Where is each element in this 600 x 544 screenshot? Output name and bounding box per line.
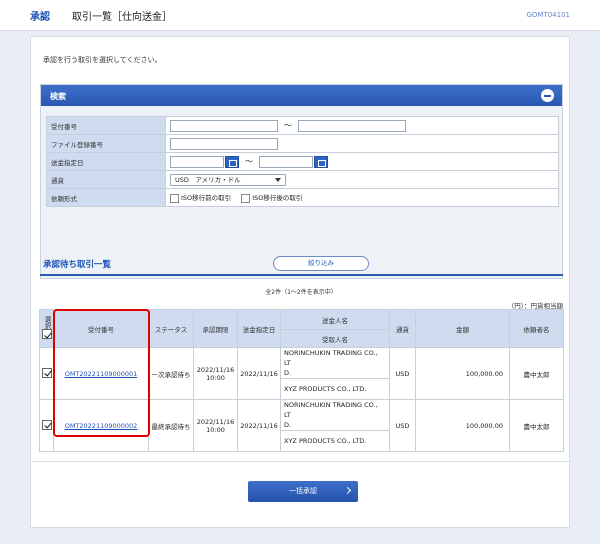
post-iso-option[interactable]: ISO移行後の取引 — [241, 192, 302, 203]
deadline-cell: 2022/11/16 10:00 — [193, 399, 238, 452]
request-type-label: 依頼形式 — [46, 188, 166, 207]
currency-cell: USD — [389, 347, 416, 400]
currency-select-value: USD アメリカ・ドル — [175, 175, 241, 184]
deadline-header[interactable]: 承認期限 — [193, 309, 238, 348]
receipt-no-from-input[interactable] — [170, 119, 278, 132]
search-form: 受付番号 ～ ファイル登録番号 送金指定日 ～ 通貨 USD アメリカ・ドル 依… — [46, 116, 559, 207]
instruction-text: 承認を行う取引を選択してください。 — [43, 56, 162, 64]
collapse-icon[interactable] — [541, 89, 554, 102]
remit-date-header[interactable]: 送金指定日 — [237, 309, 281, 348]
table-header-row: 選択 受付番号 ステータス 承認期限 送金指定日 送金人名 通貨 金額 依頼者名 — [39, 309, 564, 348]
search-row-currency: 通貨 USD アメリカ・ドル — [46, 170, 559, 189]
requester-cell: 農中太郎 — [509, 399, 564, 452]
transaction-table: 選択 受付番号 ステータス 承認期限 送金指定日 送金人名 通貨 金額 依頼者名… — [39, 309, 564, 452]
remitter-cell: NORINCHUKIN TRADING CO., LT D. — [280, 399, 390, 431]
pre-iso-checkbox[interactable] — [170, 193, 179, 203]
top-bar: 承認 取引一覧［仕向送金］ GOMT04101 — [0, 0, 600, 31]
remit-date-cell: 2022/11/16 — [237, 347, 281, 400]
search-panel-header[interactable]: 検索 — [41, 85, 562, 106]
footer-divider — [31, 461, 571, 462]
select-header: 選択 — [39, 309, 54, 348]
page-title: 取引一覧［仕向送金］ — [72, 12, 172, 23]
section-label: 承認 — [30, 12, 50, 23]
section-divider — [40, 274, 563, 276]
pending-list-title: 承認待ち取引一覧 — [43, 260, 112, 270]
search-row-remit-date: 送金指定日 ～ — [46, 152, 559, 171]
beneficiary-cell: XYZ PRODUCTS CO., LTD. — [280, 378, 390, 400]
requester-header[interactable]: 依頼者名 — [509, 309, 564, 348]
search-row-file-reg-no: ファイル登録番号 — [46, 134, 559, 153]
deadline-date: 2022/11/16 — [196, 417, 235, 426]
row-checkbox[interactable] — [41, 419, 52, 430]
remitter-name-1: NORINCHUKIN TRADING CO., LT — [284, 401, 378, 419]
deadline-time: 10:00 — [206, 373, 225, 382]
narrow-down-button[interactable]: 絞り込み — [273, 256, 369, 271]
post-iso-checkbox[interactable] — [241, 193, 251, 203]
deadline-date: 2022/11/16 — [196, 365, 235, 374]
remit-date-cell: 2022/11/16 — [237, 399, 281, 452]
post-iso-label: ISO移行後の取引 — [252, 194, 303, 203]
remitter-name-2: D. — [284, 421, 292, 429]
remitter-name-1: NORINCHUKIN TRADING CO., LT — [284, 349, 378, 367]
calendar-icon[interactable] — [225, 155, 239, 168]
amount-cell: 100,000.00 — [415, 347, 510, 400]
status-cell: 一次承認待ち — [148, 347, 194, 400]
status-cell: 最終承認待ち — [148, 399, 194, 452]
chevron-right-icon — [343, 486, 352, 495]
requester-cell: 農中太郎 — [509, 347, 564, 400]
deadline-time: 10:00 — [206, 425, 225, 434]
calendar-icon[interactable] — [314, 155, 328, 168]
chevron-down-icon — [275, 177, 281, 182]
remitter-header[interactable]: 送金人名 — [280, 309, 390, 330]
amount-header[interactable]: 金額 — [415, 309, 510, 348]
remit-date-from-input[interactable] — [170, 155, 224, 168]
file-reg-no-label: ファイル登録番号 — [46, 134, 166, 153]
currency-cell: USD — [389, 399, 416, 452]
search-row-receipt-no: 受付番号 ～ — [46, 116, 559, 135]
screen-id: GOMT04101 — [526, 11, 570, 19]
receipt-no-label: 受付番号 — [46, 116, 166, 135]
range-tilde: ～ — [284, 121, 292, 130]
amount-cell: 100,000.00 — [415, 399, 510, 452]
pre-iso-label: ISO移行前の取引 — [181, 194, 232, 203]
beneficiary-cell: XYZ PRODUCTS CO., LTD. — [280, 430, 390, 452]
status-header[interactable]: ステータス — [148, 309, 194, 348]
table-row: OMT20221109000001 一次承認待ち 2022/11/16 10:00… — [39, 347, 564, 400]
file-reg-no-input[interactable] — [170, 137, 278, 150]
deadline-cell: 2022/11/16 10:00 — [193, 347, 238, 400]
currency-label: 通貨 — [46, 170, 166, 189]
main-card: 承認を行う取引を選択してください。 検索 受付番号 ～ ファイル登録番号 送金指… — [30, 36, 571, 528]
pre-iso-option[interactable]: ISO移行前の取引 — [170, 192, 231, 203]
currency-select[interactable]: USD アメリカ・ドル — [170, 173, 286, 186]
currency-header[interactable]: 通貨 — [389, 309, 416, 348]
remit-date-to-input[interactable] — [259, 155, 313, 168]
receipt-no-link[interactable]: OMT20221109000001 — [65, 370, 138, 378]
remitter-name-2: D. — [284, 369, 292, 377]
bulk-approve-button[interactable]: 一括承認 — [248, 481, 358, 502]
select-header-label: 選択 — [43, 316, 51, 329]
beneficiary-header[interactable]: 受取人名 — [280, 329, 390, 348]
receipt-no-to-input[interactable] — [298, 119, 406, 132]
table-row: OMT20221109000002 最終承認待ち 2022/11/16 10:00… — [39, 399, 564, 452]
row-checkbox[interactable] — [41, 367, 52, 378]
bulk-approve-label: 一括承認 — [289, 487, 317, 495]
range-tilde: ～ — [245, 157, 253, 166]
search-panel-title: 検索 — [50, 92, 66, 101]
select-all-checkbox[interactable] — [41, 329, 52, 339]
result-count: 全2件（1～2件を表示中） — [265, 289, 337, 296]
receipt-no-header[interactable]: 受付番号 — [53, 309, 149, 348]
search-panel: 検索 受付番号 ～ ファイル登録番号 送金指定日 ～ 通貨 USD アメリカ・ド… — [40, 84, 563, 279]
remit-date-label: 送金指定日 — [46, 152, 166, 171]
search-row-request-type: 依頼形式 ISO移行前の取引 ISO移行後の取引 — [46, 188, 559, 207]
remitter-cell: NORINCHUKIN TRADING CO., LT D. — [280, 347, 390, 379]
receipt-no-link[interactable]: OMT20221109000002 — [65, 422, 138, 430]
